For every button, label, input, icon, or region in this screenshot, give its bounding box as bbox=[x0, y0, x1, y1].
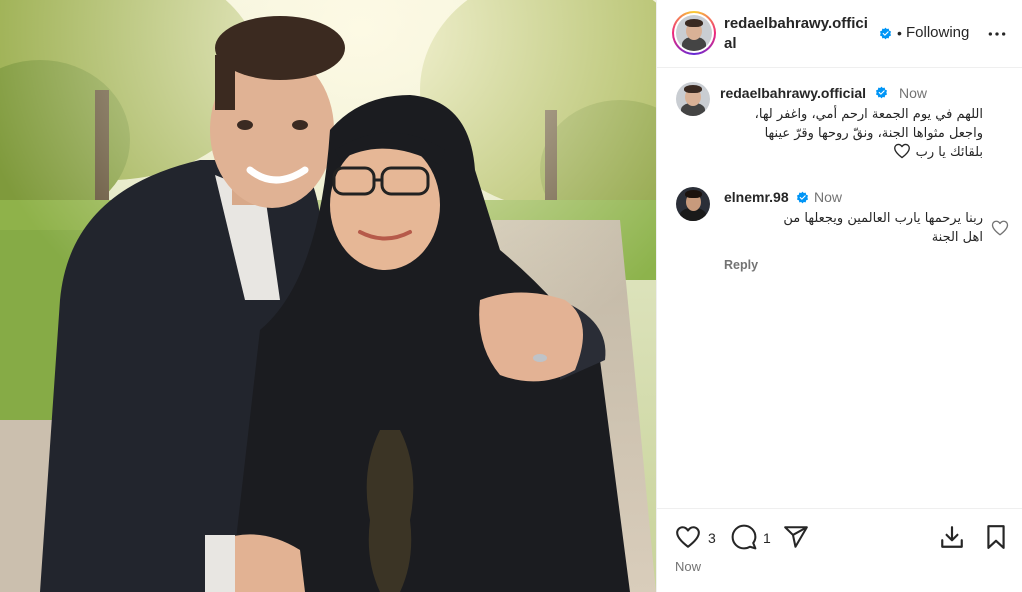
verified-badge-icon bbox=[796, 191, 809, 204]
caption-timestamp: Now bbox=[899, 85, 928, 101]
caption-text: اللهم في يوم الجمعة ارحم أمي، واغفر لها،… bbox=[717, 105, 983, 162]
comment-line: ربنا يرحمها يارب العالمين ويجعلها من bbox=[783, 211, 983, 226]
post-details-panel: redaelbahrawy.official • Following redae… bbox=[656, 0, 1022, 592]
comment-item: elnemr.98 Now ربنا يرحمها يارب العالمين … bbox=[657, 185, 1022, 275]
bookmark-icon[interactable] bbox=[983, 524, 1009, 550]
verified-badge-icon bbox=[879, 27, 892, 40]
commenter-avatar[interactable] bbox=[676, 187, 710, 221]
heart-icon[interactable] bbox=[675, 524, 701, 550]
comment-timestamp: Now bbox=[814, 189, 843, 205]
caption-line: واجعل مثواها الجنة، ونقّ روحها وقرّ عينه… bbox=[764, 126, 983, 141]
post-caption: redaelbahrawy.official Now اللهم في يوم … bbox=[657, 80, 1022, 160]
reply-button[interactable]: Reply bbox=[724, 258, 758, 272]
caption-avatar[interactable] bbox=[676, 82, 710, 116]
comment-text: ربنا يرحمها يارب العالمين ويجعلها من اهل… bbox=[717, 209, 983, 247]
post-header: redaelbahrawy.official • Following bbox=[657, 0, 1022, 68]
heart-emoji-icon bbox=[894, 143, 911, 159]
comment-line: اهل الجنة bbox=[931, 230, 983, 245]
more-options-icon[interactable] bbox=[987, 24, 1007, 44]
separator-dot: • bbox=[897, 25, 902, 41]
caption-line: بلقائك يا رب bbox=[915, 145, 983, 160]
photo-illustration bbox=[0, 0, 656, 592]
caption-line: اللهم في يوم الجمعة ارحم أمي، واغفر لها، bbox=[754, 107, 983, 122]
following-button[interactable]: Following bbox=[906, 24, 969, 41]
comment-like-heart-icon[interactable] bbox=[991, 219, 1009, 237]
post-photo[interactable] bbox=[0, 0, 656, 592]
likes-count[interactable]: 3 bbox=[708, 530, 716, 546]
share-send-icon[interactable] bbox=[783, 524, 809, 550]
post-timestamp: Now bbox=[675, 559, 702, 574]
verified-badge-icon bbox=[875, 86, 888, 99]
author-username[interactable]: redaelbahrawy.official bbox=[724, 14, 874, 54]
caption-username[interactable]: redaelbahrawy.official bbox=[720, 85, 866, 101]
post-actions-bar: 3 1 Now bbox=[657, 508, 1022, 592]
caption-line-last: بلقائك يا رب bbox=[717, 143, 983, 162]
comment-bubble-icon[interactable] bbox=[731, 524, 757, 550]
author-avatar[interactable] bbox=[672, 11, 716, 55]
download-icon[interactable] bbox=[939, 524, 965, 550]
comments-count[interactable]: 1 bbox=[763, 530, 771, 546]
commenter-username[interactable]: elnemr.98 bbox=[724, 189, 789, 205]
